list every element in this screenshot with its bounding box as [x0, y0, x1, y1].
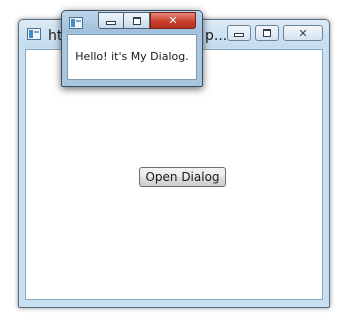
- main-close-button[interactable]: ✕: [283, 25, 323, 41]
- main-maximize-button[interactable]: [255, 25, 279, 41]
- main-minimize-button[interactable]: [227, 25, 251, 41]
- maximize-icon: [263, 29, 271, 37]
- dialog-close-button[interactable]: ✕: [150, 12, 196, 29]
- app-icon: [27, 28, 41, 40]
- close-icon: ✕: [298, 26, 308, 40]
- main-window-title-tail: p...: [205, 28, 228, 44]
- dialog-app-icon: [69, 17, 83, 29]
- close-icon: ✕: [168, 14, 178, 27]
- dialog-window: ✕ Hello! it's My Dialog.: [61, 10, 203, 87]
- dialog-minimize-button[interactable]: [98, 12, 124, 29]
- open-dialog-button[interactable]: Open Dialog: [139, 167, 226, 187]
- maximize-icon: [132, 16, 141, 25]
- dialog-titlebar[interactable]: ✕: [62, 11, 202, 33]
- dialog-message: Hello! it's My Dialog.: [75, 50, 189, 63]
- minimize-icon: [234, 33, 244, 37]
- minimize-icon: [106, 20, 116, 25]
- dialog-client-area: Hello! it's My Dialog.: [67, 34, 197, 80]
- dialog-maximize-button[interactable]: [124, 12, 150, 29]
